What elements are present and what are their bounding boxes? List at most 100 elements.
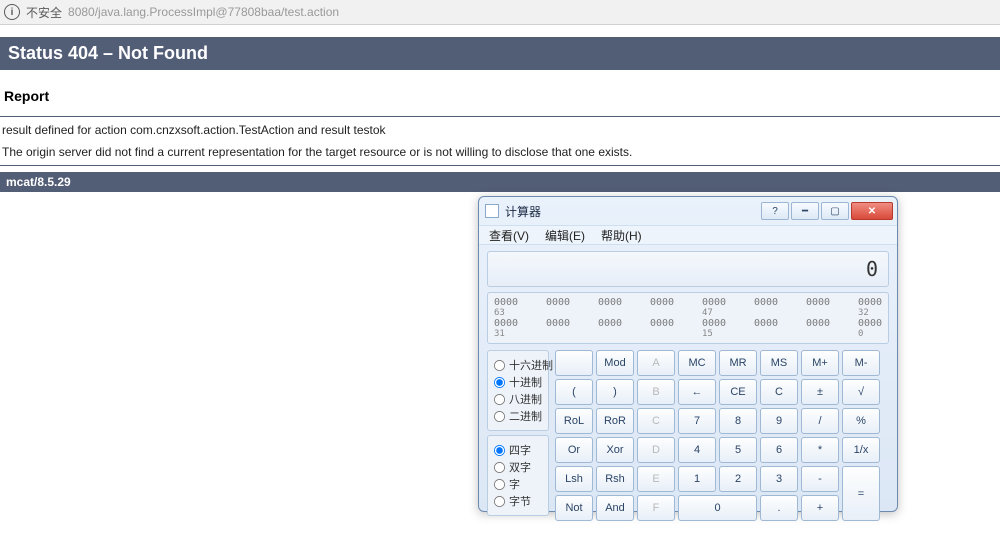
key-not[interactable]: Not [555, 495, 593, 521]
key-f[interactable]: F [637, 495, 675, 521]
bit-group: 0000 [754, 318, 794, 329]
key-and[interactable]: And [596, 495, 634, 521]
minimize-button[interactable]: ━ [791, 202, 819, 220]
key-dot[interactable]: . [760, 495, 798, 521]
key-5[interactable]: 5 [719, 437, 757, 463]
key-sqrt[interactable]: √ [842, 379, 880, 405]
key-or[interactable]: Or [555, 437, 593, 463]
calculator-window: 计算器 ? ━ ▢ ✕ 查看(V) 编辑(E) 帮助(H) 0 0000 000… [478, 196, 898, 512]
close-button[interactable]: ✕ [851, 202, 893, 220]
bit-group: 0000 [806, 297, 846, 308]
key-equals[interactable]: = [842, 466, 880, 521]
url-text[interactable]: 8080/java.lang.ProcessImpl@77808baa/test… [68, 5, 339, 19]
key-d[interactable]: D [637, 437, 675, 463]
key-mminus[interactable]: M- [842, 350, 880, 376]
key-7[interactable]: 7 [678, 408, 716, 434]
status-heading: Status 404 – Not Found [0, 37, 1000, 70]
key-xor[interactable]: Xor [596, 437, 634, 463]
error-message: result defined for action com.cnzxsoft.a… [0, 119, 1000, 141]
calculator-icon [485, 204, 499, 218]
bit-group: 0000 [494, 297, 534, 308]
key-mplus[interactable]: M+ [801, 350, 839, 376]
radio-bin[interactable]: 二进制 [493, 408, 543, 424]
bit-group: 0000 [546, 318, 586, 329]
radio-hex[interactable]: 十六进制 [493, 357, 543, 373]
menubar: 查看(V) 编辑(E) 帮助(H) [479, 225, 897, 245]
bit-index: 15 [702, 329, 742, 339]
bit-index: 32 [858, 308, 898, 318]
bit-panel: 0000 0000 0000 0000 0000 0000 0000 0000 … [487, 292, 889, 344]
key-8[interactable]: 8 [719, 408, 757, 434]
bit-index: 31 [494, 329, 534, 339]
bit-group: 0000 [650, 297, 690, 308]
radio-oct[interactable]: 八进制 [493, 391, 543, 407]
keypad: Mod A MC MR MS M+ M- ( ) B ← CE C ± √ Ro… [555, 350, 889, 521]
key-c-hex[interactable]: C [637, 408, 675, 434]
radio-qword[interactable]: 四字 [493, 442, 543, 458]
radio-dec[interactable]: 十进制 [493, 374, 543, 390]
key-mod[interactable]: Mod [596, 350, 634, 376]
key-3[interactable]: 3 [760, 466, 798, 492]
key-inverse[interactable]: 1/x [842, 437, 880, 463]
bit-group: 0000 [702, 318, 742, 329]
key-lparen[interactable]: ( [555, 379, 593, 405]
key-backspace[interactable]: ← [678, 379, 716, 405]
key-1[interactable]: 1 [678, 466, 716, 492]
bit-index: 63 [494, 308, 534, 318]
bit-group: 0000 [754, 297, 794, 308]
key-9[interactable]: 9 [760, 408, 798, 434]
menu-help[interactable]: 帮助(H) [601, 227, 642, 244]
key-rparen[interactable]: ) [596, 379, 634, 405]
key-rsh[interactable]: Rsh [596, 466, 634, 492]
word-size-group: 四字 双字 字 字节 [487, 435, 549, 516]
key-plus[interactable]: + [801, 495, 839, 521]
key-b[interactable]: B [637, 379, 675, 405]
key-div[interactable]: / [801, 408, 839, 434]
key-percent[interactable]: % [842, 408, 880, 434]
number-base-group: 十六进制 十进制 八进制 二进制 [487, 350, 549, 431]
menu-view[interactable]: 查看(V) [489, 227, 529, 244]
key-rol[interactable]: RoL [555, 408, 593, 434]
error-page: Status 404 – Not Found Report result def… [0, 37, 1000, 192]
key-4[interactable]: 4 [678, 437, 716, 463]
bit-group: 0000 [494, 318, 534, 329]
key-lsh[interactable]: Lsh [555, 466, 593, 492]
maximize-button[interactable]: ▢ [821, 202, 849, 220]
key-6[interactable]: 6 [760, 437, 798, 463]
calc-display: 0 [487, 251, 889, 287]
bit-group: 0000 [858, 318, 898, 329]
divider [0, 165, 1000, 166]
key-minus[interactable]: - [801, 466, 839, 492]
key-0[interactable]: 0 [678, 495, 757, 521]
bit-group: 0000 [546, 297, 586, 308]
radio-word[interactable]: 字 [493, 476, 543, 492]
origin-message: The origin server did not find a current… [0, 141, 1000, 163]
menu-edit[interactable]: 编辑(E) [545, 227, 585, 244]
key-mc[interactable]: MC [678, 350, 716, 376]
radio-byte[interactable]: 字节 [493, 493, 543, 509]
key-blank [555, 350, 593, 376]
key-c[interactable]: C [760, 379, 798, 405]
report-label: Report [0, 88, 1000, 114]
key-ms[interactable]: MS [760, 350, 798, 376]
browser-url-bar: i 不安全 8080/java.lang.ProcessImpl@77808ba… [0, 0, 1000, 25]
titlebar[interactable]: 计算器 ? ━ ▢ ✕ [479, 197, 897, 225]
key-a[interactable]: A [637, 350, 675, 376]
bit-index: 47 [702, 308, 742, 318]
radio-dword[interactable]: 双字 [493, 459, 543, 475]
info-icon: i [4, 4, 20, 20]
key-e[interactable]: E [637, 466, 675, 492]
server-banner: mcat/8.5.29 [0, 172, 1000, 192]
bit-group: 0000 [702, 297, 742, 308]
bit-group: 0000 [858, 297, 898, 308]
key-mr[interactable]: MR [719, 350, 757, 376]
key-ce[interactable]: CE [719, 379, 757, 405]
key-2[interactable]: 2 [719, 466, 757, 492]
key-mul[interactable]: * [801, 437, 839, 463]
bit-group: 0000 [650, 318, 690, 329]
key-ror[interactable]: RoR [596, 408, 634, 434]
bit-group: 0000 [806, 318, 846, 329]
key-plusminus[interactable]: ± [801, 379, 839, 405]
help-button[interactable]: ? [761, 202, 789, 220]
window-title: 计算器 [505, 203, 761, 220]
